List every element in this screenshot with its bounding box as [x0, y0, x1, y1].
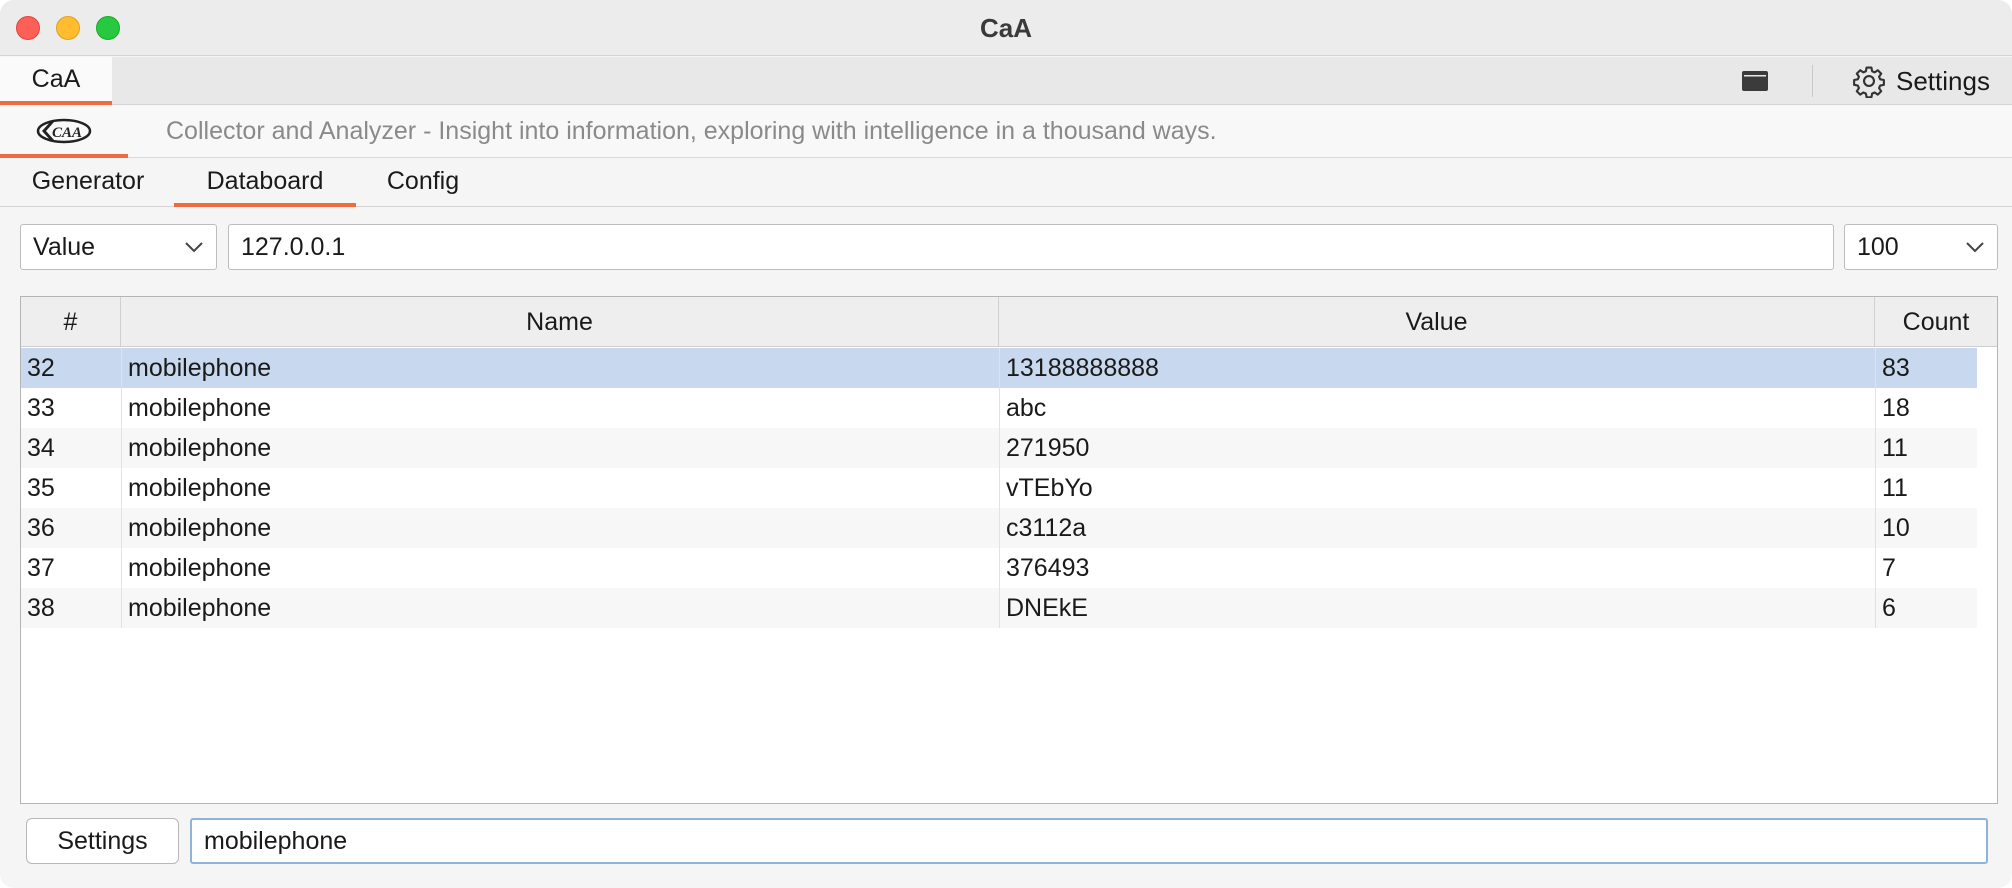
table-row[interactable]: 35 mobilephone vTEbYo 11 [21, 468, 1977, 508]
title-bar: CaA [0, 0, 2012, 56]
column-header-index[interactable]: # [21, 297, 121, 347]
cell-index: 37 [27, 554, 55, 582]
cell-name: mobilephone [121, 348, 999, 388]
column-header-name[interactable]: Name [121, 297, 999, 347]
chevron-down-icon [185, 242, 203, 253]
table-row[interactable]: 33 mobilephone abc 18 [21, 388, 1977, 428]
cell-value: 13188888888 [999, 348, 1875, 388]
cell-count: 11 [1875, 468, 1977, 508]
chevron-down-icon [1966, 242, 1984, 253]
svg-text:CAA: CAA [52, 125, 82, 141]
column-header-count[interactable]: Count [1875, 297, 1997, 347]
cell-index: 33 [27, 394, 55, 422]
settings-top-button[interactable]: Settings [1852, 57, 1990, 105]
cell-count: 7 [1875, 548, 1977, 588]
gear-icon [1853, 66, 1885, 98]
app-window: CaA CaA Settings CAA Collector and Analy… [0, 0, 2012, 888]
table-row[interactable]: 36 mobilephone c3112a 10 [21, 508, 1977, 548]
cell-index: 34 [27, 434, 55, 462]
cell-value: DNEkE [999, 588, 1875, 628]
table-row[interactable]: 34 mobilephone 271950 11 [21, 428, 1977, 468]
cell-index: 36 [27, 514, 55, 542]
window-title: CaA [979, 13, 1032, 43]
cell-name: mobilephone [121, 588, 999, 628]
app-slogan: Collector and Analyzer - Insight into in… [166, 117, 1217, 145]
cell-value: 271950 [999, 428, 1875, 468]
cell-value: 376493 [999, 548, 1875, 588]
sub-tab-bar: Generator Databoard Config [0, 159, 2012, 207]
caa-logo: CAA [36, 118, 92, 144]
top-tab-bar: CaA Settings [0, 57, 2012, 105]
cell-count: 83 [1875, 348, 1977, 388]
cell-count: 6 [1875, 588, 1977, 628]
query-input[interactable]: 127.0.0.1 [228, 224, 1834, 270]
tab-databoard[interactable]: Databoard [174, 159, 356, 207]
cell-index: 35 [27, 474, 55, 502]
cell-count: 11 [1875, 428, 1977, 468]
app-header: CAA Collector and Analyzer - Insight int… [0, 106, 2012, 158]
cell-index: 38 [27, 594, 55, 622]
cell-name: mobilephone [121, 468, 999, 508]
cell-count: 10 [1875, 508, 1977, 548]
table-row[interactable]: 37 mobilephone 376493 7 [21, 548, 1977, 588]
settings-button[interactable]: Settings [26, 818, 179, 864]
cell-count: 18 [1875, 388, 1977, 428]
cell-index: 32 [27, 354, 55, 382]
cell-name: mobilephone [121, 548, 999, 588]
field-select[interactable]: Value [20, 224, 217, 270]
cell-value: vTEbYo [999, 468, 1875, 508]
limit-select-value: 100 [1857, 233, 1899, 261]
table-row[interactable]: 38 mobilephone DNEkE 6 [21, 588, 1977, 628]
tab-config[interactable]: Config [368, 159, 478, 207]
column-header-value[interactable]: Value [999, 297, 1875, 347]
settings-top-label: Settings [1896, 65, 1990, 96]
field-select-value: Value [33, 233, 96, 261]
table-header: # Name Value Count [21, 297, 1997, 347]
table-row[interactable]: 32 mobilephone 13188888888 83 [21, 348, 1977, 388]
logo-container: CAA [0, 106, 128, 158]
cell-name: mobilephone [121, 508, 999, 548]
tab-generator[interactable]: Generator [14, 159, 162, 207]
cell-value: abc [999, 388, 1875, 428]
filter-name-input[interactable]: mobilephone [190, 818, 1988, 864]
cell-name: mobilephone [121, 428, 999, 468]
cell-value: c3112a [999, 508, 1875, 548]
tab-caa[interactable]: CaA [0, 57, 112, 105]
toolbar-divider [1812, 65, 1813, 97]
layout-icon[interactable] [1740, 69, 1770, 93]
limit-select[interactable]: 100 [1844, 224, 1998, 270]
results-table[interactable]: # Name Value Count 32 mobilephone 13188888… [20, 296, 1998, 804]
cell-name: mobilephone [121, 388, 999, 428]
